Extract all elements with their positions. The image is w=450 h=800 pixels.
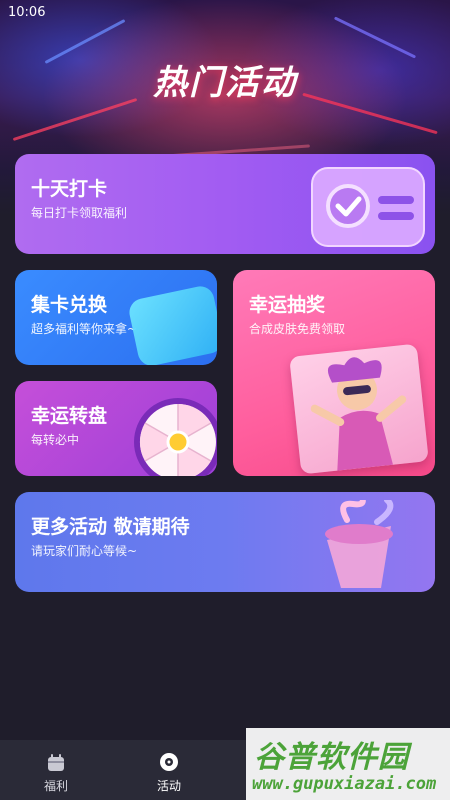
gift-bag-icon [48, 754, 64, 771]
watermark-logo: 谷普软件园 [254, 740, 409, 775]
lottery-subtitle: 合成皮肤免费领取 [249, 322, 346, 336]
watermark-url: www.gupuxiazai.com [252, 774, 437, 794]
calendar-check-icon [311, 167, 425, 247]
character-skin-image [289, 343, 429, 475]
collect-card[interactable]: 集卡兑换 超多福利等你来拿~ [15, 270, 217, 365]
checkin-subtitle: 每日打卡领取福利 [31, 206, 128, 220]
prize-wheel-icon [134, 398, 217, 476]
card-stack-icon [126, 283, 217, 365]
tab-welfare[interactable]: 福利 [26, 740, 86, 800]
tab-activity[interactable]: 活动 [139, 740, 199, 800]
more-subtitle: 请玩家们耐心等候~ [31, 544, 138, 558]
wheel-card[interactable]: 幸运转盘 每转必中 [15, 381, 217, 476]
activity-disc-icon [160, 753, 178, 771]
lottery-title: 幸运抽奖 [249, 294, 326, 316]
checkin-title: 十天打卡 [31, 178, 108, 200]
status-bar-time: 10:06 [8, 5, 46, 20]
wheel-subtitle: 每转必中 [31, 433, 80, 447]
light-streak [12, 97, 138, 142]
page-title: 热门活动 [153, 63, 297, 103]
lottery-card[interactable]: 幸运抽奖 合成皮肤免费领取 [233, 270, 435, 476]
checkin-card[interactable]: 十天打卡 每日打卡领取福利 [15, 154, 435, 254]
wheel-title: 幸运转盘 [31, 405, 108, 427]
more-title: 更多活动 敬请期待 [31, 516, 190, 538]
tab-activity-label: 活动 [156, 779, 181, 793]
watermark: 谷普软件园 www.gupuxiazai.com [246, 728, 450, 800]
tab-welfare-label: 福利 [43, 779, 68, 793]
more-activities-card[interactable]: 更多活动 敬请期待 请玩家们耐心等候~ [15, 492, 435, 592]
party-popper-icon [325, 500, 394, 588]
light-streak [333, 16, 417, 59]
collect-subtitle: 超多福利等你来拿~ [31, 322, 138, 336]
collect-title: 集卡兑换 [31, 294, 108, 316]
